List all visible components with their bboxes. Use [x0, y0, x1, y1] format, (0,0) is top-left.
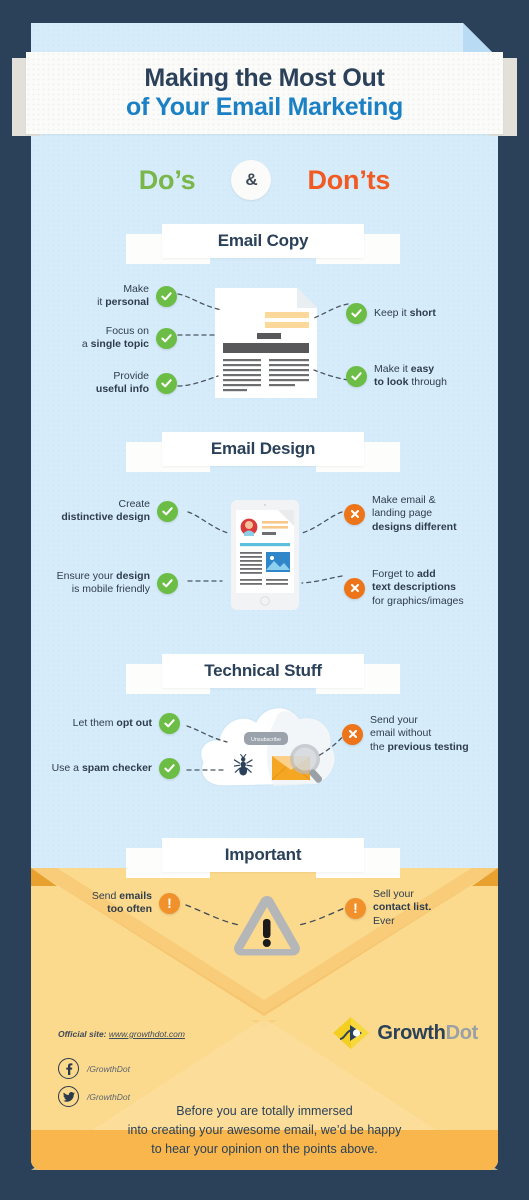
section-heading-email-design: Email Design: [162, 432, 364, 466]
check-icon: [159, 713, 180, 734]
item-forget-text-descriptions: Forget to add text descriptions for grap…: [344, 568, 464, 608]
growthdot-logo-icon: [333, 1017, 370, 1049]
item-label: Forget to add text descriptions for grap…: [372, 568, 464, 607]
facebook-icon: [58, 1058, 79, 1079]
item-spam-checker: Use a spam checker: [48, 758, 180, 779]
check-icon: [156, 327, 177, 349]
official-site-label: Official site:: [58, 1029, 107, 1039]
closing-line-2: into creating your awesome email, we’d b…: [127, 1122, 402, 1137]
closing-message: Before you are totally immersed into cre…: [31, 1102, 498, 1158]
item-label: Create distinctive design: [61, 498, 150, 524]
section-heading-email-copy: Email Copy: [162, 224, 364, 258]
section-banner-email-design: Email Design: [126, 432, 400, 472]
tablet-illustration: [231, 500, 299, 610]
page-title-line-1: Making the Most Out: [144, 64, 385, 92]
cross-icon: [344, 577, 365, 599]
twitter-handle: /GrowthDot: [87, 1091, 130, 1102]
item-focus-single-topic: Focus on a single topic: [62, 325, 177, 352]
item-label: Sell your contact list. Ever: [373, 888, 432, 927]
item-sell-contact-list: ! Sell your contact list. Ever: [345, 888, 431, 928]
cloud-illustration: Unsubscribe: [196, 700, 340, 795]
item-label: Make it easy to look through: [374, 363, 447, 389]
ampersand-label: &: [245, 170, 258, 189]
item-label: Use a spam checker: [51, 761, 152, 774]
infographic-root: Making the Most Out of Your Email Market…: [0, 0, 529, 1200]
item-provide-useful-info: Provide useful info: [82, 370, 177, 397]
facebook-link[interactable]: /GrowthDot: [58, 1058, 130, 1079]
cross-icon: [344, 503, 365, 525]
item-let-them-opt-out: Let them opt out: [55, 713, 180, 734]
item-label: Let them opt out: [72, 716, 152, 729]
check-icon: [346, 303, 367, 324]
growthdot-logo[interactable]: GrowthDot: [332, 1016, 478, 1050]
brand-name-secondary: Dot: [445, 1022, 479, 1044]
exclamation-icon: !: [159, 892, 180, 914]
check-icon: [157, 572, 178, 594]
section-banner-important: Important: [126, 838, 400, 878]
ampersand-badge: &: [231, 160, 272, 200]
official-site-line: Official site: www.growthdot.com: [58, 1029, 185, 1039]
check-icon: [156, 285, 177, 307]
svg-text:Unsubscribe: Unsubscribe: [251, 737, 281, 743]
section-heading-technical-stuff: Technical Stuff: [162, 654, 364, 688]
dos-label: Do’s: [138, 164, 196, 195]
section-banner-email-copy: Email Copy: [126, 224, 400, 264]
check-icon: [159, 758, 180, 779]
dos-donts-row: Do’s & Don’ts: [31, 152, 498, 208]
exclamation-icon: !: [345, 897, 366, 919]
title-banner: Making the Most Out of Your Email Market…: [12, 52, 517, 138]
item-label: Provide useful info: [95, 370, 149, 396]
item-send-without-testing: Send your email without the previous tes…: [342, 714, 469, 754]
warning-triangle-icon: [232, 893, 302, 959]
official-site-link[interactable]: www.growthdot.com: [109, 1029, 185, 1039]
item-keep-it-short: Keep it short: [346, 303, 436, 324]
item-landing-page-designs-different: Make email & landing page designs differ…: [344, 494, 457, 534]
brand-name-primary: Growth: [377, 1022, 446, 1044]
footer-content: Official site: www.growthdot.com /Growth…: [31, 1010, 498, 1170]
item-label: Send your email without the previous tes…: [370, 714, 469, 753]
cross-icon: [342, 723, 363, 745]
exclamation-glyph: !: [167, 894, 172, 911]
document-illustration: [215, 288, 317, 398]
section-banner-technical-stuff: Technical Stuff: [126, 654, 400, 694]
item-create-distinctive-design: Create distinctive design: [48, 498, 178, 525]
item-label: Focus on a single topic: [81, 325, 149, 351]
item-label: Make it personal: [97, 283, 149, 309]
page-title-line-2: of Your Email Marketing: [126, 93, 403, 121]
item-mobile-friendly: Ensure your design is mobile friendly: [43, 570, 178, 597]
check-icon: [346, 365, 367, 387]
closing-line-3: to hear your opinion on the points above…: [151, 1141, 378, 1156]
check-icon: [157, 500, 178, 522]
title-banner-face: Making the Most Out of Your Email Market…: [26, 52, 503, 134]
item-label: Send emails too often: [91, 890, 152, 916]
section-heading-important: Important: [162, 838, 364, 872]
item-send-emails-too-often: Send emails too often !: [72, 890, 180, 917]
item-label: Keep it short: [374, 306, 436, 319]
item-make-easy-to-look-through: Make it easy to look through: [346, 363, 447, 390]
item-label: Ensure your design is mobile friendly: [56, 570, 150, 596]
item-make-it-personal: Make it personal: [82, 283, 177, 310]
check-icon: [156, 372, 177, 394]
closing-line-1: Before you are totally immersed: [176, 1104, 353, 1118]
exclamation-glyph: !: [353, 899, 358, 916]
donts-label: Don’ts: [307, 164, 391, 195]
item-label: Make email & landing page designs differ…: [372, 494, 457, 533]
facebook-handle: /GrowthDot: [87, 1063, 130, 1074]
